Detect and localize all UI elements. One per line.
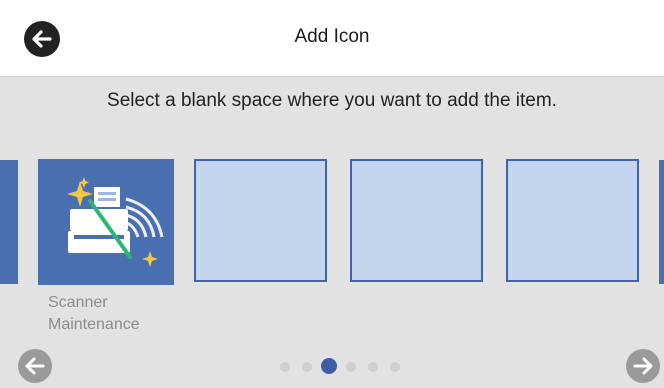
page-dot-active — [321, 358, 337, 374]
instruction-text: Select a blank space where you want to a… — [107, 90, 557, 111]
scanner-maintenance-tile[interactable] — [38, 159, 174, 285]
blank-slot-2[interactable] — [350, 159, 483, 282]
page-dot — [390, 362, 400, 372]
next-page-button[interactable] — [626, 349, 660, 383]
tile-label: Scanner Maintenance — [48, 292, 188, 336]
page-dot — [368, 362, 378, 372]
page-dot — [346, 362, 356, 372]
page-indicator — [276, 357, 406, 377]
header-bar: Add Icon — [0, 0, 664, 77]
previous-page-tile[interactable] — [0, 160, 18, 284]
tile-label-line1: Scanner — [48, 294, 108, 311]
arrow-right-icon — [633, 357, 653, 375]
blank-slot-1[interactable] — [194, 159, 327, 282]
previous-page-button[interactable] — [18, 349, 52, 383]
blank-slot-3[interactable] — [506, 159, 639, 282]
next-page-tile[interactable] — [659, 160, 664, 284]
page-dot — [302, 362, 312, 372]
page-title: Add Icon — [294, 26, 370, 47]
scanner-maintenance-icon — [67, 177, 164, 267]
page-dot — [280, 362, 290, 372]
arrow-left-icon — [25, 357, 45, 375]
tile-label-line2: Maintenance — [48, 316, 140, 333]
